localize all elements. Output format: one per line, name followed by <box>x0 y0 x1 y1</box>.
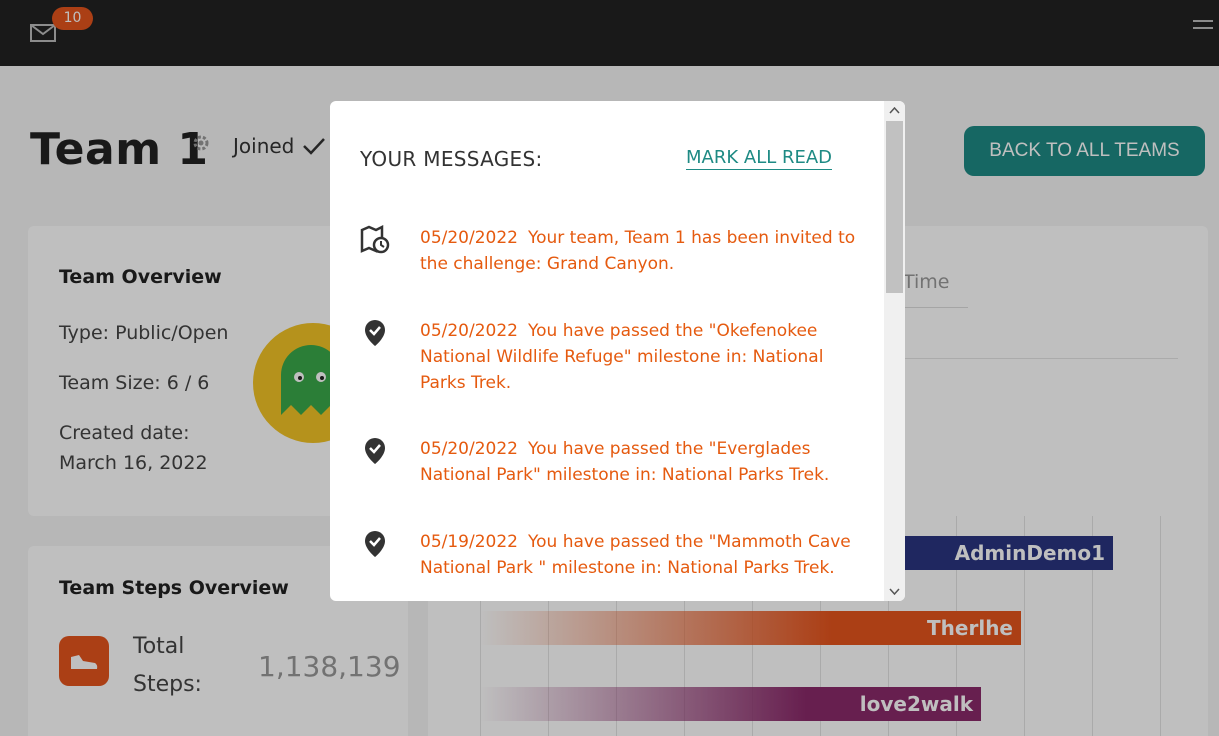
message-date: 05/19/2022 <box>420 532 518 552</box>
messages-modal: YOUR MESSAGES: MARK ALL READ 05/20/2022 Y… <box>330 101 905 601</box>
location-check-icon <box>365 531 385 557</box>
map-clock-icon <box>360 225 390 254</box>
location-check-icon <box>365 320 385 346</box>
location-check-icon <box>365 438 385 464</box>
modal-title: YOUR MESSAGES: <box>360 147 543 171</box>
message-date: 05/20/2022 <box>420 228 518 248</box>
modal-scrollbar[interactable] <box>884 101 905 601</box>
scroll-down-arrow-icon[interactable] <box>884 581 905 601</box>
scroll-up-arrow-icon[interactable] <box>884 101 905 121</box>
mark-all-read-link[interactable]: MARK ALL READ <box>686 147 833 170</box>
scroll-thumb[interactable] <box>886 121 903 293</box>
message-date: 05/20/2022 <box>420 321 518 341</box>
message-date: 05/20/2022 <box>420 439 518 459</box>
